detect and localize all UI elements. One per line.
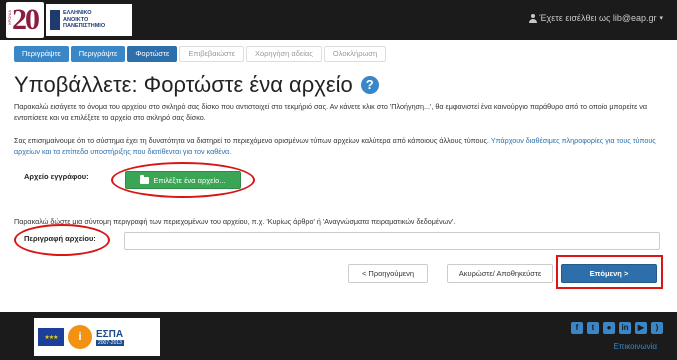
description-highlight-ellipse: [14, 224, 110, 256]
description-hint: Παρακαλώ δώστε μια σύντομη περιγραφή των…: [14, 217, 456, 226]
progress-step-describe-2[interactable]: Περιγράψτε: [70, 46, 126, 62]
flickr-icon[interactable]: ●: [603, 322, 615, 334]
user-menu[interactable]: Έχετε εισέλθει ως lib@eap.gr ▾: [528, 13, 663, 23]
progress-step-upload[interactable]: Φορτώστε: [127, 46, 178, 62]
linkedin-icon[interactable]: in: [619, 322, 631, 334]
file-format-note: Σας επισημαίνουμε ότι το σύστημα έχει τη…: [14, 135, 664, 157]
youtube-icon[interactable]: ▶: [635, 322, 647, 334]
file-format-note-text: Σας επισημαίνουμε ότι το σύστημα έχει τη…: [14, 136, 489, 145]
social-links: f t ● in ▶ ): [571, 322, 663, 334]
user-label: Έχετε εισέλθει ως lib@eap.gr: [539, 13, 657, 23]
logo-number: 20: [12, 3, 40, 36]
contact-link[interactable]: Επικοινωνία: [614, 342, 657, 351]
eap-logo: ΕΛΛΗΝΙΚΟ ΑΝΟΙΚΤΟ ΠΑΝΕΠΙΣΤΗΜΙΟ: [46, 4, 132, 36]
user-icon: [528, 13, 537, 23]
caret-down-icon: ▾: [659, 15, 663, 22]
question-circle-icon[interactable]: ?: [360, 76, 379, 94]
eap-logo-text: ΕΛΛΗΝΙΚΟ ΑΝΟΙΚΤΟ ΠΑΝΕΠΙΣΤΗΜΙΟ: [63, 10, 106, 30]
upload-highlight-ellipse: [111, 162, 255, 198]
progress-step-complete: Ολοκλήρωση: [323, 46, 387, 62]
intro-text: Παρακαλώ εισάγετε το όνομα του αρχείου σ…: [14, 102, 648, 122]
progress-step-license: Χορηγήση αδείας: [245, 46, 322, 62]
submission-progress: Περιγράψτε Περιγράψτε Φορτώστε Επιβεβαιώ…: [14, 46, 387, 62]
page-title: Υποβάλλετε: Φορτώστε ένα αρχείο: [14, 72, 353, 97]
logo-years: ΧΡΟΝΙΑ: [7, 10, 12, 26]
file-label: Αρχείο εγγράφου:: [24, 172, 89, 181]
anniversary-logo: ΧΡΟΝΙΑ 20: [6, 2, 44, 38]
twitter-icon[interactable]: t: [587, 322, 599, 334]
espa-logo: ΕΣΠΑ 2007-2013: [96, 329, 124, 346]
espa-years: 2007-2013: [96, 339, 124, 346]
file-description-input[interactable]: [124, 232, 660, 250]
espa-title: ΕΣΠΑ: [96, 328, 124, 340]
rss-icon[interactable]: ): [651, 322, 663, 334]
eap-logo-mark: [50, 10, 60, 30]
program-logo: i: [68, 325, 92, 349]
top-navbar: ΧΡΟΝΙΑ 20 ΕΛΛΗΝΙΚΟ ΑΝΟΙΚΤΟ ΠΑΝΕΠΙΣΤΗΜΙΟ …: [0, 0, 677, 40]
page-heading: Υποβάλλετε: Φορτώστε ένα αρχείο ?: [14, 72, 379, 98]
progress-step-describe-1[interactable]: Περιγράψτε: [14, 46, 69, 62]
university-logo[interactable]: ΧΡΟΝΙΑ 20 ΕΛΛΗΝΙΚΟ ΑΝΟΙΚΤΟ ΠΑΝΕΠΙΣΤΗΜΙΟ: [6, 2, 134, 38]
previous-button[interactable]: < Προηγούμενη: [348, 264, 428, 283]
eu-flag-logo: ★★★: [38, 328, 64, 346]
facebook-icon[interactable]: f: [571, 322, 583, 334]
cancel-save-button[interactable]: Ακυρώστε/ Αποθηκεύστε: [447, 264, 553, 283]
progress-step-verify: Επιβεβαιώστε: [179, 46, 244, 62]
next-highlight-rect: [556, 255, 663, 289]
sponsor-logos: ★★★ i ΕΣΠΑ 2007-2013: [34, 318, 160, 356]
